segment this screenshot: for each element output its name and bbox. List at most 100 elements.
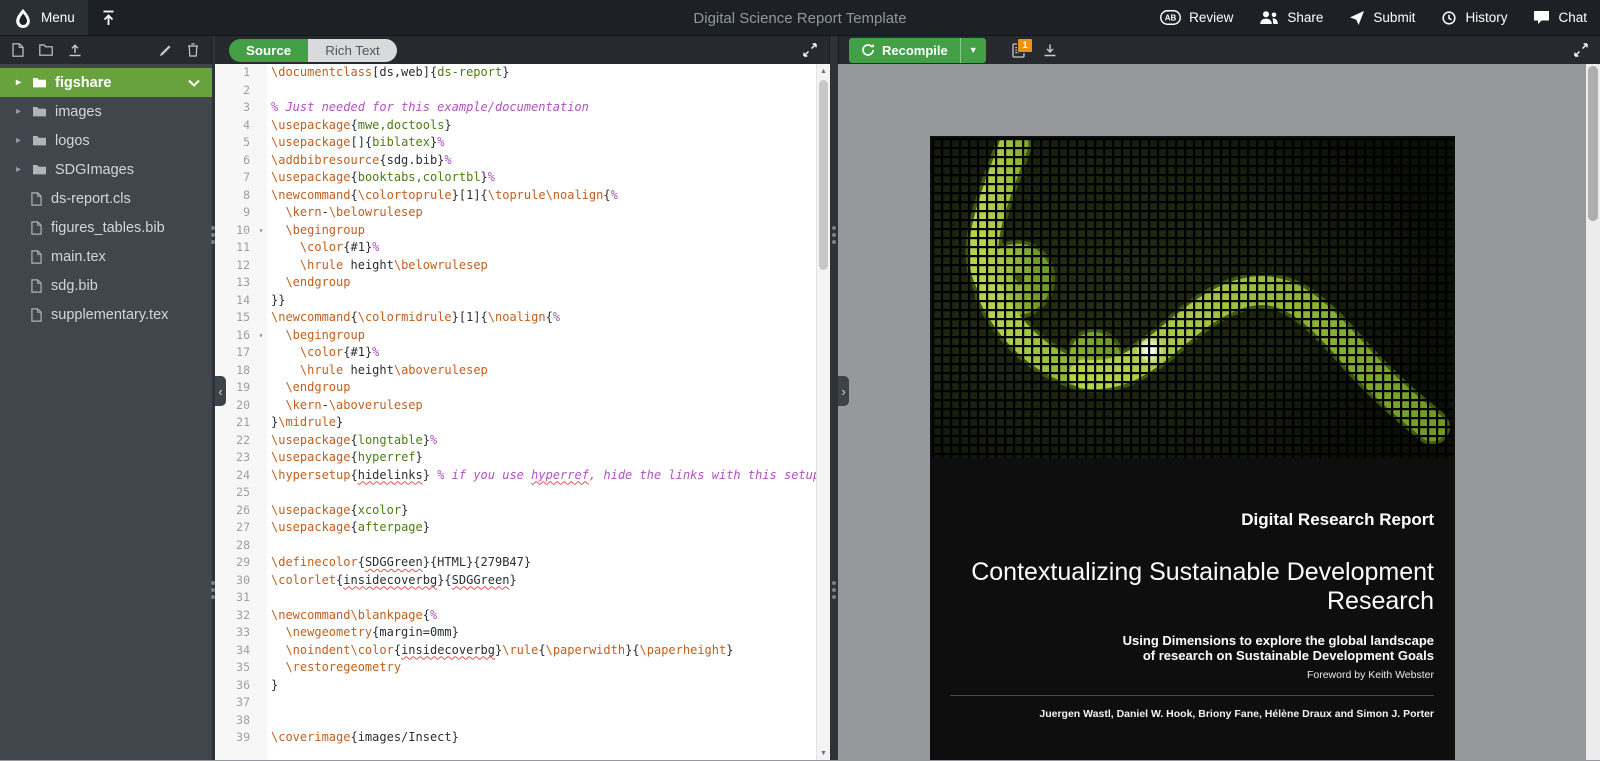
editor-scrollbar[interactable]: ▲ ▼ — [816, 64, 830, 760]
recompile-button[interactable]: Recompile — [849, 38, 960, 63]
history-button[interactable]: History — [1428, 0, 1520, 35]
menu-button[interactable]: Menu — [0, 0, 88, 35]
code-line-3[interactable]: 3% Just needed for this example/document… — [215, 99, 830, 117]
pdf-scrollbar[interactable] — [1586, 64, 1600, 760]
divider-handle[interactable] — [211, 226, 215, 244]
code-line-11[interactable]: 11 \color{#1}% — [215, 239, 830, 257]
view-logs-button[interactable]: 1 — [1012, 43, 1025, 58]
upload-project-button[interactable] — [88, 0, 129, 35]
code-line-27[interactable]: 27\usepackage{afterpage} — [215, 519, 830, 537]
line-number: 29 — [215, 554, 255, 572]
code-line-14[interactable]: 14}} — [215, 292, 830, 310]
code-line-4[interactable]: 4\usepackage{mwe,doctools} — [215, 117, 830, 135]
code-line-8[interactable]: 8\newcommand{\colortoprule}[1]{\toprule\… — [215, 187, 830, 205]
code-line-38[interactable]: 38 — [215, 712, 830, 730]
scroll-up-arrow[interactable]: ▲ — [817, 64, 830, 78]
chat-button[interactable]: Chat — [1520, 0, 1600, 35]
code-line-24[interactable]: 24\hypersetup{hidelinks} % if you use hy… — [215, 467, 830, 485]
code-line-32[interactable]: 32\newcommand\blankpage{% — [215, 607, 830, 625]
code-line-13[interactable]: 13 \endgroup — [215, 274, 830, 292]
recompile-options-caret[interactable]: ▼ — [960, 38, 986, 63]
editor-body[interactable]: 1 \documentclass[ds,web]{ds-report}23% Ju… — [215, 64, 830, 760]
code-line-20[interactable]: 20 \kern-\aboverulesep — [215, 397, 830, 415]
code-text: \noindent\color{insidecoverbg}\rule{\pap… — [267, 642, 733, 660]
code-line-5[interactable]: 5\usepackage[]{biblatex}% — [215, 134, 830, 152]
scrollbar-thumb[interactable] — [819, 80, 828, 270]
pdf-collapse-button[interactable]: › — [838, 376, 849, 406]
code-line-39[interactable]: 39\coverimage{images/Insect} — [215, 729, 830, 747]
code-line-33[interactable]: 33 \newgeometry{margin=0mm} — [215, 624, 830, 642]
code-line-10[interactable]: 10▾ \begingroup — [215, 222, 830, 240]
code-line-6[interactable]: 6\addbibresource{sdg.bib}% — [215, 152, 830, 170]
pencil-icon — [159, 44, 172, 57]
code-line-34[interactable]: 34 \noindent\color{insidecoverbg}\rule{\… — [215, 642, 830, 660]
code-line-30[interactable]: 30\colorlet{insidecoverbg}{SDGGreen} — [215, 572, 830, 590]
delete-button[interactable] — [187, 43, 199, 57]
new-folder-button[interactable] — [39, 44, 53, 56]
code-line-19[interactable]: 19 \endgroup — [215, 379, 830, 397]
line-number: 4 — [215, 117, 255, 135]
code-line-17[interactable]: 17 \color{#1}% — [215, 344, 830, 362]
tree-item-sdg.bib[interactable]: sdg.bib — [0, 271, 212, 300]
divider-handle[interactable] — [832, 581, 836, 599]
chat-icon — [1533, 10, 1550, 25]
divider-handle[interactable] — [832, 226, 836, 244]
code-line-35[interactable]: 35 \restoregeometry — [215, 659, 830, 677]
editor-fullscreen-button[interactable] — [803, 43, 817, 57]
code-line-15[interactable]: 15\newcommand{\colormidrule}[1]{\noalign… — [215, 309, 830, 327]
source-tab[interactable]: Source — [229, 39, 308, 62]
tree-item-main.tex[interactable]: main.tex — [0, 242, 212, 271]
code-line-26[interactable]: 26\usepackage{xcolor} — [215, 502, 830, 520]
share-button[interactable]: Share — [1246, 0, 1336, 35]
code-text: \documentclass[ds,web]{ds-report} — [267, 64, 509, 82]
tree-item-ds-report.cls[interactable]: ds-report.cls — [0, 184, 212, 213]
line-number: 11 — [215, 239, 255, 257]
code-line-23[interactable]: 23\usepackage{hyperref} — [215, 449, 830, 467]
pdf-viewport[interactable]: Digital Research Report Contextualizing … — [838, 64, 1600, 760]
code-line-29[interactable]: 29\definecolor{SDGGreen}{HTML}{279B47} — [215, 554, 830, 572]
code-line-2[interactable]: 2 — [215, 82, 830, 100]
tree-item-figshare[interactable]: ▸figshare — [0, 68, 212, 97]
line-number: 1 — [215, 64, 255, 82]
code-line-7[interactable]: 7\usepackage{booktabs,colortbl}% — [215, 169, 830, 187]
editor-pdf-divider[interactable] — [830, 36, 838, 760]
code-line-12[interactable]: 12 \hrule height\belowrulesep — [215, 257, 830, 275]
code-line-22[interactable]: 22\usepackage{longtable}% — [215, 432, 830, 450]
fold-marker-icon[interactable]: ▾ — [255, 327, 267, 345]
download-pdf-button[interactable] — [1043, 43, 1057, 57]
code-line-1[interactable]: 1 \documentclass[ds,web]{ds-report} — [215, 64, 830, 82]
sidebar-collapse-button[interactable]: ‹ — [215, 376, 226, 406]
divider-handle[interactable] — [211, 581, 215, 599]
scroll-down-arrow[interactable]: ▼ — [817, 746, 830, 760]
code-line-31[interactable]: 31 — [215, 589, 830, 607]
code-line-18[interactable]: 18 \hrule height\aboverulesep — [215, 362, 830, 380]
rich-text-tab[interactable]: Rich Text — [308, 39, 397, 62]
rename-button[interactable] — [159, 44, 172, 57]
pdf-fullscreen-button[interactable] — [1574, 43, 1588, 57]
submit-button[interactable]: Submit — [1336, 0, 1428, 35]
tree-item-images[interactable]: ▸images — [0, 97, 212, 126]
new-file-button[interactable] — [12, 43, 24, 57]
tree-item-SDGImages[interactable]: ▸SDGImages — [0, 155, 212, 184]
line-number: 28 — [215, 537, 255, 555]
code-line-25[interactable]: 25 — [215, 484, 830, 502]
file-icon — [31, 221, 42, 235]
code-text: \begingroup — [267, 327, 365, 345]
review-button[interactable]: AB Review — [1147, 0, 1246, 35]
code-text: \addbibresource{sdg.bib}% — [267, 152, 452, 170]
code-line-16[interactable]: 16▾ \begingroup — [215, 327, 830, 345]
code-line-28[interactable]: 28 — [215, 537, 830, 555]
scrollbar-thumb[interactable] — [1588, 66, 1598, 221]
tree-item-supplementary.tex[interactable]: supplementary.tex — [0, 300, 212, 329]
code-line-21[interactable]: 21}\midrule} — [215, 414, 830, 432]
cover-title-line1: Contextualizing Sustainable Development — [930, 558, 1434, 587]
chevron-down-icon[interactable] — [188, 79, 200, 87]
review-icon: AB — [1160, 10, 1181, 25]
fold-marker-icon[interactable]: ▾ — [255, 222, 267, 240]
tree-item-figures_tables.bib[interactable]: figures_tables.bib — [0, 213, 212, 242]
code-line-36[interactable]: 36} — [215, 677, 830, 695]
tree-item-logos[interactable]: ▸logos — [0, 126, 212, 155]
code-line-9[interactable]: 9 \kern-\belowrulesep — [215, 204, 830, 222]
code-line-37[interactable]: 37 — [215, 694, 830, 712]
upload-file-button[interactable] — [68, 43, 82, 57]
